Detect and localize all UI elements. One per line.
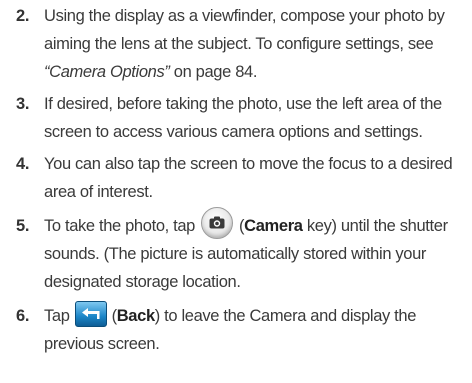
step-text: To take the photo, tap (Camera key) until… <box>44 206 466 296</box>
step-text: Using the display as a viewfinder, compo… <box>44 2 466 86</box>
step-text: If desired, before taking the photo, use… <box>44 95 442 141</box>
step-3: 3. If desired, before taking the photo, … <box>0 90 472 146</box>
step-text-part: Tap <box>44 307 70 325</box>
page-reference-link[interactable]: “Camera Options” <box>44 63 170 81</box>
step-5: 5. To take the photo, tap (Camera key) un… <box>0 206 472 296</box>
step-number: 4. <box>16 155 30 173</box>
step-4: 4. You can also tap the screen to move t… <box>0 150 472 206</box>
camera-key-label: Camera <box>244 217 303 235</box>
camera-key-icon <box>201 206 233 239</box>
step-6: 6. Tap (Back) to leave the Camera and dis… <box>0 300 472 358</box>
step-text: Tap (Back) to leave the Camera and displa… <box>44 300 466 358</box>
step-text-part: To take the photo, tap <box>44 217 195 235</box>
step-text-part: Using the display as a viewfinder, compo… <box>44 7 445 53</box>
step-number: 2. <box>16 7 30 25</box>
step-2: 2. Using the display as a viewfinder, co… <box>0 2 472 86</box>
back-key-label: Back <box>116 307 155 325</box>
back-key-icon <box>74 300 107 327</box>
step-number: 3. <box>16 95 30 113</box>
manual-page: 2. Using the display as a viewfinder, co… <box>0 0 472 383</box>
step-text: You can also tap the screen to move the … <box>44 155 453 201</box>
step-number: 5. <box>16 217 30 235</box>
step-number: 6. <box>16 307 30 325</box>
step-text-part: on page 84. <box>169 63 258 81</box>
